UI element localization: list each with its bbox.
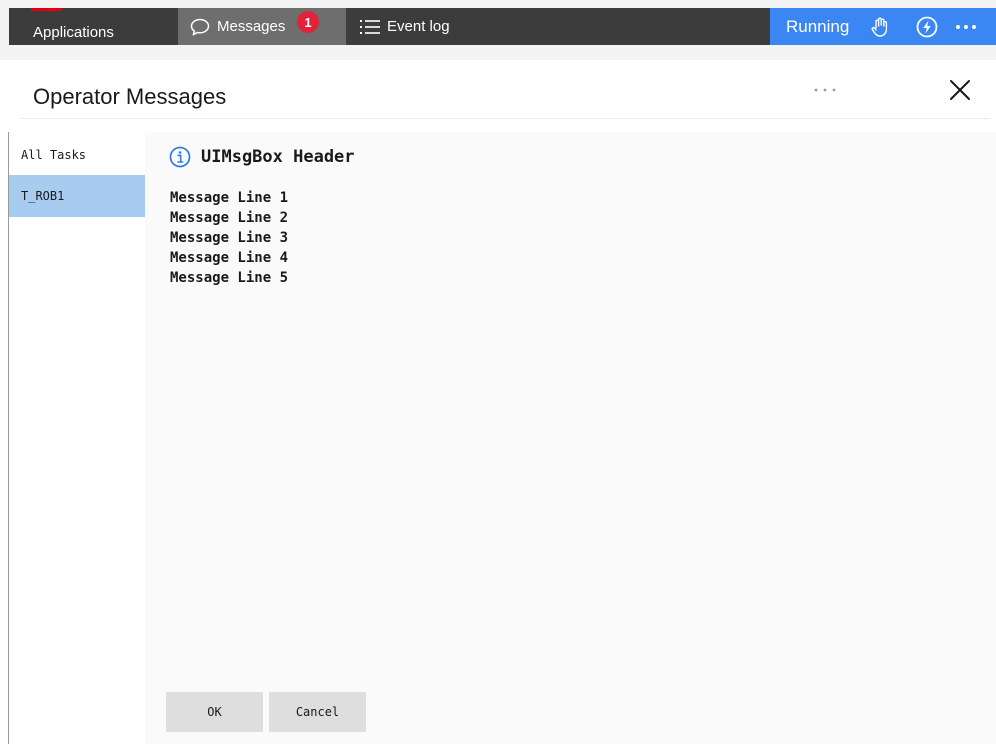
header-more-icon[interactable]	[805, 80, 845, 100]
hand-icon[interactable]	[868, 14, 894, 40]
more-icon[interactable]	[953, 14, 979, 40]
ok-button[interactable]: OK	[166, 692, 263, 732]
message-line: Message Line 3	[170, 230, 289, 246]
message-line: Message Line 1	[170, 190, 289, 206]
tab-applications[interactable]: Applications	[9, 8, 178, 45]
active-accent-bar	[31, 8, 62, 11]
page-header: Operator Messages	[0, 60, 996, 132]
sidebar-item-t-rob1[interactable]: T_ROB1	[9, 175, 145, 217]
message-header: UIMsgBox Header	[169, 146, 355, 168]
status-label: Running	[786, 16, 850, 36]
message-header-title: UIMsgBox Header	[201, 147, 355, 167]
page-title: Operator Messages	[33, 84, 227, 109]
tab-event-log[interactable]: Event log	[346, 8, 770, 45]
chat-bubble-icon	[189, 17, 211, 37]
tab-messages[interactable]: Messages 1	[178, 8, 346, 45]
message-line: Message Line 4	[170, 250, 289, 266]
message-line: Message Line 5	[170, 270, 289, 286]
lightning-icon[interactable]	[914, 14, 940, 40]
list-icon	[359, 18, 381, 36]
cancel-button[interactable]: Cancel	[269, 692, 366, 732]
message-line: Message Line 2	[170, 210, 289, 226]
task-sidebar: All Tasks T_ROB1	[9, 132, 145, 744]
close-icon[interactable]	[946, 76, 974, 104]
tab-applications-label: Applications	[33, 23, 114, 41]
edge-strip	[0, 0, 9, 60]
tab-event-log-label: Event log	[387, 18, 450, 35]
controller-status[interactable]: Running	[770, 8, 996, 45]
tab-messages-label: Messages	[217, 18, 286, 35]
sidebar-item-all-tasks[interactable]: All Tasks	[9, 134, 145, 176]
message-body: Message Line 1 Message Line 2 Message Li…	[170, 188, 288, 288]
top-bar: Applications Messages 1 Event log Runnin…	[0, 0, 996, 60]
messages-count-badge: 1	[297, 11, 319, 33]
message-panel: UIMsgBox Header Message Line 1 Message L…	[145, 132, 996, 744]
header-divider	[20, 118, 990, 119]
info-icon	[169, 146, 191, 168]
